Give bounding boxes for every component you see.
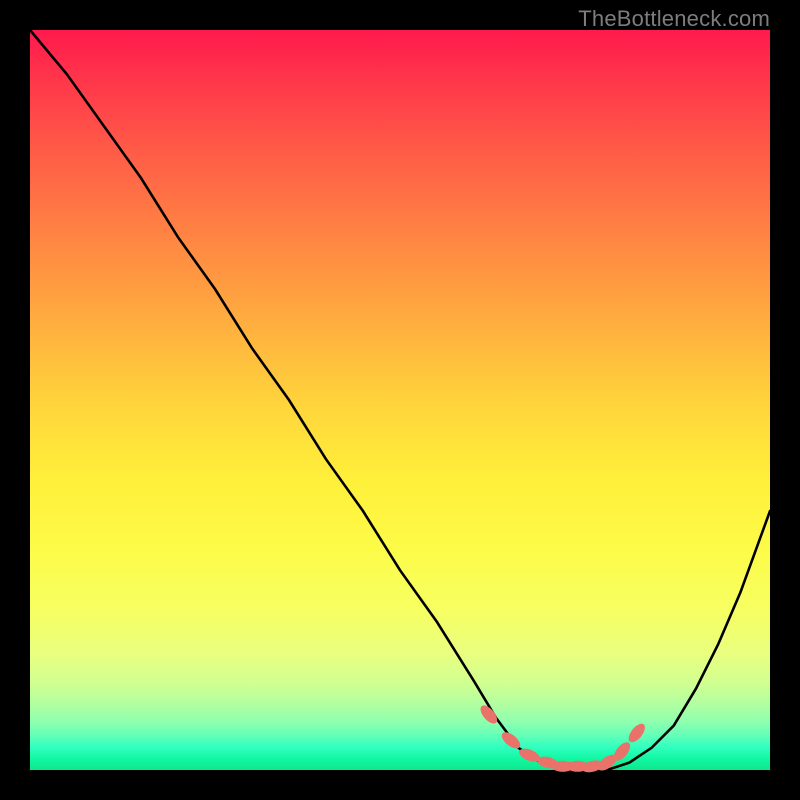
chart-svg [30,30,770,770]
watermark-text: TheBottleneck.com [578,6,770,32]
bottleneck-curve-line [30,30,770,770]
chart-frame: TheBottleneck.com [0,0,800,800]
chart-plot-area [30,30,770,770]
optimal-range-markers [477,703,648,775]
marker-dot [626,721,648,745]
